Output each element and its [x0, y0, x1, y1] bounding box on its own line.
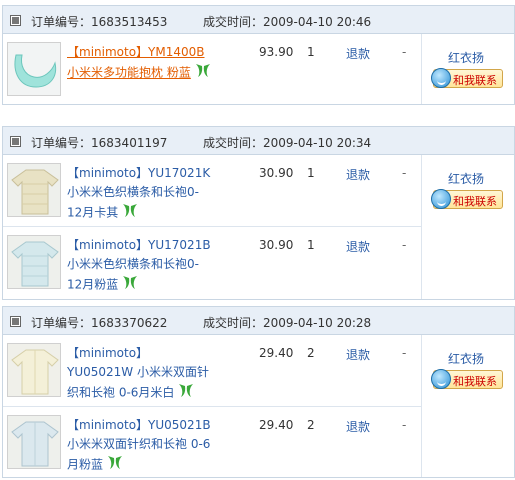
order-time: 成交时间：2009-04-10 20:34 — [203, 136, 372, 150]
item-quantity: 1 — [307, 238, 315, 252]
item-status: - — [402, 418, 407, 432]
contact-seller-button[interactable]: 和我联系 — [431, 369, 503, 389]
order-time: 成交时间：2009-04-10 20:46 — [203, 15, 372, 29]
order-item-row: 【minimoto】YU05021B 小米米双面针织和长袍 0-6月粉蓝 29.… — [3, 407, 421, 479]
item-price: 29.40 — [259, 346, 294, 360]
product-title-link[interactable]: 【minimoto】YU05021W 小米米双面针织和长袍 0-6月米白 — [67, 344, 213, 404]
order-number: 订单编号：1683513453 — [31, 15, 168, 29]
wangwang-chat-icon — [431, 189, 451, 209]
order-number: 订单编号：1683370622 — [31, 316, 168, 330]
seller-name-link[interactable]: 红衣扬 — [448, 49, 484, 66]
product-thumbnail[interactable] — [7, 343, 61, 397]
contact-seller-button[interactable]: 和我联系 — [431, 68, 503, 88]
contact-seller-label: 和我联系 — [453, 375, 497, 388]
item-quantity: 2 — [307, 418, 315, 432]
seller-column: 红衣扬 和我联系 — [421, 155, 515, 299]
wangwang-icon[interactable] — [121, 202, 139, 224]
refund-link[interactable]: 退款 — [346, 45, 370, 62]
order-card: 订单编号：1683513453 成交时间：2009-04-10 20:46 【m… — [2, 5, 515, 105]
item-price: 30.90 — [259, 166, 294, 180]
order-header: 订单编号：1683370622 成交时间：2009-04-10 20:28 — [3, 307, 514, 335]
product-thumbnail[interactable] — [7, 235, 61, 289]
item-status: - — [402, 238, 407, 252]
item-quantity: 2 — [307, 346, 315, 360]
wangwang-icon[interactable] — [194, 62, 212, 84]
order-header: 订单编号：1683401197 成交时间：2009-04-10 20:34 — [3, 127, 514, 155]
product-title-link[interactable]: 【minimoto】YM1400B 小米米多功能抱枕 粉蓝 — [67, 43, 213, 84]
wangwang-icon[interactable] — [121, 274, 139, 296]
item-price: 29.40 — [259, 418, 294, 432]
seller-column: 红衣扬 和我联系 — [421, 34, 515, 104]
order-item-row: 【minimoto】YM1400B 小米米多功能抱枕 粉蓝 93.90 1 退款… — [3, 34, 421, 106]
contact-seller-label: 和我联系 — [453, 195, 497, 208]
item-status: - — [402, 45, 407, 59]
order-checkbox[interactable] — [10, 136, 21, 147]
order-item-row: 【minimoto】YU05021W 小米米双面针织和长袍 0-6月米白 29.… — [3, 335, 421, 407]
order-card: 订单编号：1683370622 成交时间：2009-04-10 20:28 【m… — [2, 306, 515, 478]
wangwang-chat-icon — [431, 369, 451, 389]
order-time: 成交时间：2009-04-10 20:28 — [203, 316, 372, 330]
product-thumbnail[interactable] — [7, 42, 61, 96]
item-price: 93.90 — [259, 45, 294, 59]
order-header: 订单编号：1683513453 成交时间：2009-04-10 20:46 — [3, 6, 514, 34]
product-title-link[interactable]: 【minimoto】YU05021B 小米米双面针织和长袍 0-6月粉蓝 — [67, 416, 213, 476]
seller-name-link[interactable]: 红衣扬 — [448, 350, 484, 367]
item-quantity: 1 — [307, 166, 315, 180]
item-status: - — [402, 346, 407, 360]
refund-link[interactable]: 退款 — [346, 418, 370, 435]
order-number: 订单编号：1683401197 — [31, 136, 168, 150]
wangwang-chat-icon — [431, 68, 451, 88]
product-thumbnail[interactable] — [7, 415, 61, 469]
product-title-link[interactable]: 【minimoto】YU17021K小米米色织横条和长袍0-12月卡其 — [67, 164, 213, 224]
product-thumbnail[interactable] — [7, 163, 61, 217]
order-item-row: 【minimoto】YU17021B小米米色织横条和长袍0-12月粉蓝 30.9… — [3, 227, 421, 299]
item-price: 30.90 — [259, 238, 294, 252]
order-card: 订单编号：1683401197 成交时间：2009-04-10 20:34 【m… — [2, 126, 515, 300]
refund-link[interactable]: 退款 — [346, 238, 370, 255]
product-title-link[interactable]: 【minimoto】YU17021B小米米色织横条和长袍0-12月粉蓝 — [67, 236, 213, 296]
wangwang-icon[interactable] — [106, 454, 124, 476]
contact-seller-label: 和我联系 — [453, 74, 497, 87]
order-checkbox[interactable] — [10, 316, 21, 327]
order-checkbox[interactable] — [10, 15, 21, 26]
item-status: - — [402, 166, 407, 180]
seller-name-link[interactable]: 红衣扬 — [448, 170, 484, 187]
wangwang-icon[interactable] — [177, 382, 195, 404]
item-quantity: 1 — [307, 45, 315, 59]
refund-link[interactable]: 退款 — [346, 166, 370, 183]
refund-link[interactable]: 退款 — [346, 346, 370, 363]
seller-column: 红衣扬 和我联系 — [421, 335, 515, 477]
order-item-row: 【minimoto】YU17021K小米米色织横条和长袍0-12月卡其 30.9… — [3, 155, 421, 227]
contact-seller-button[interactable]: 和我联系 — [431, 189, 503, 209]
